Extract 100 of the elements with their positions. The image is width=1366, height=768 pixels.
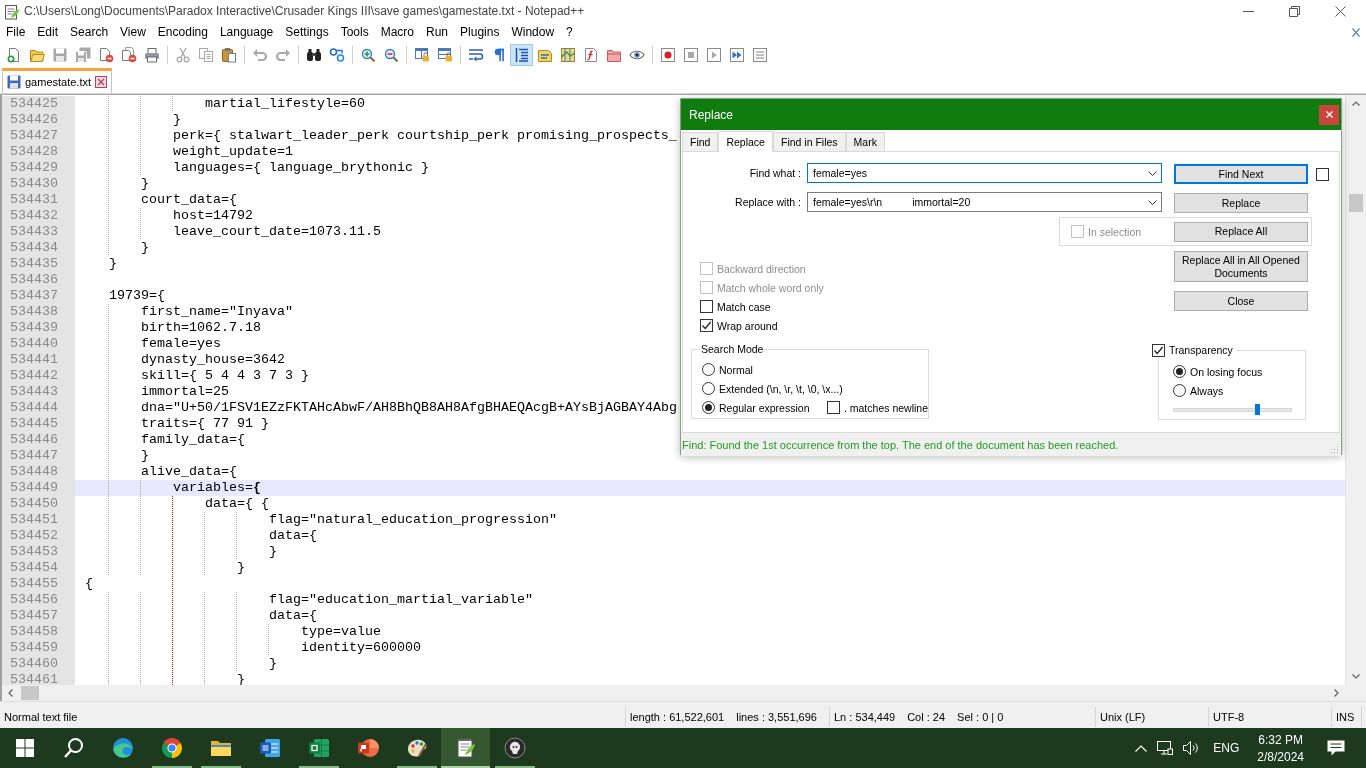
line-number: 534440 [2, 336, 75, 352]
checkbox[interactable] [700, 300, 713, 313]
dialog-title: Replace [689, 107, 734, 122]
radio-label: Extended (\n, \r, \t, \0, \x...) [719, 382, 843, 395]
line-number: 534449 [2, 480, 75, 496]
lion-badge-icon [502, 736, 527, 760]
menu-item[interactable]: Tools [334, 23, 375, 42]
dialog-tab[interactable]: Mark [845, 132, 885, 151]
dialog-button[interactable]: Replace All [1174, 221, 1308, 242]
language-indicator[interactable]: ENG [1205, 741, 1248, 755]
code-text: skill={ 5 4 4 3 7 3 } [141, 368, 309, 384]
radio-button[interactable] [1173, 365, 1186, 378]
radio-button[interactable] [1173, 384, 1186, 397]
code-text: 19739={ [109, 288, 165, 304]
dialog-button[interactable]: Find Next [1174, 164, 1308, 184]
code-text: } [141, 240, 149, 256]
spreadsheet-tile-icon [306, 736, 331, 760]
presentation-tile-icon [355, 736, 380, 760]
menu-item[interactable]: File [0, 23, 32, 42]
status-text: Ln : 534,449 [834, 711, 896, 723]
status-text: Sel : 0 | 0 [957, 711, 1004, 723]
radio-label: On losing focus [1190, 365, 1263, 378]
slider-thumb[interactable] [1255, 404, 1261, 415]
menu-item[interactable]: Edit [31, 23, 65, 42]
clock[interactable]: 6:32 PM 2/8/2024 [1247, 728, 1314, 768]
radio-button[interactable] [702, 401, 715, 414]
chevron-up-icon [1352, 101, 1360, 106]
menu-item[interactable]: Run [420, 23, 455, 42]
line-number: 534459 [2, 640, 75, 656]
scrollbar-thumb[interactable] [1349, 194, 1363, 212]
checkbox-label: Transparency [1169, 344, 1233, 356]
close-icon[interactable] [95, 76, 108, 88]
code-text: } [141, 176, 149, 192]
line-number: 534453 [2, 544, 75, 560]
network-icon [1157, 741, 1174, 755]
code-text: } [268, 544, 277, 560]
circle-segments-icon [159, 736, 184, 760]
combo-box[interactable]: female=yes [807, 163, 1162, 183]
line-number: 534461 [2, 672, 75, 685]
resize-grip-icon[interactable] [1330, 445, 1339, 454]
menu-item[interactable]: ? [560, 23, 579, 42]
close-button[interactable] [1319, 104, 1339, 125]
checkbox[interactable] [1152, 343, 1165, 357]
scrollbar-thumb[interactable] [21, 686, 39, 700]
checkbox[interactable] [1316, 168, 1329, 181]
code-text: } [173, 112, 181, 128]
close-document-button[interactable] [1352, 28, 1360, 37]
line-number: 534432 [2, 208, 75, 224]
menu-item[interactable]: View [114, 23, 152, 42]
menu-item[interactable]: Window [505, 23, 561, 42]
code-text: } [268, 656, 277, 672]
minimize-icon [1242, 10, 1254, 12]
checkbox[interactable] [826, 401, 840, 414]
line-number: 534448 [2, 464, 75, 480]
code-text: alive_data={ [141, 464, 237, 480]
radio-button[interactable] [702, 363, 715, 376]
dialog-tab[interactable]: Find [682, 132, 719, 151]
menu-item[interactable]: Settings [279, 23, 335, 42]
clock-date: 2/8/2024 [1257, 749, 1304, 764]
line-number: 534451 [2, 512, 75, 528]
line-number: 534446 [2, 432, 75, 448]
line-number: 534456 [2, 592, 75, 608]
line-number: 534441 [2, 352, 75, 368]
checkbox-label: Wrap around [717, 319, 778, 332]
line-number: 534460 [2, 656, 75, 672]
menu-item[interactable]: Search [64, 23, 115, 42]
checkbox[interactable] [700, 319, 713, 332]
combo-box[interactable]: female=yes\r\n immortal=20 [807, 192, 1162, 212]
status-text: INS [1336, 711, 1355, 723]
swirl-icon [110, 736, 135, 760]
code-text: data={ { [205, 496, 269, 512]
code-text: } [236, 560, 245, 576]
dialog-tab[interactable]: Find in Files [772, 132, 846, 151]
dialog-button[interactable]: Replace [1174, 193, 1308, 213]
code-text: { [85, 576, 93, 592]
taskbar-button[interactable] [441, 728, 490, 768]
line-number: 534428 [2, 144, 75, 160]
dialog-button[interactable]: Replace All in All Opened Documents [1174, 251, 1308, 282]
code-text: dynasty_house=3642 [141, 352, 285, 368]
line-number: 534442 [2, 368, 75, 384]
chevron-right-icon [1334, 689, 1339, 697]
menu-item[interactable]: Plugins [454, 23, 506, 42]
menu-item[interactable]: Language [213, 23, 280, 42]
line-number: 534433 [2, 224, 75, 240]
code-text: traits={ 77 91 } [141, 416, 269, 432]
speaker-icon [1183, 741, 1201, 755]
code-text: flag="natural_education_progression" [268, 512, 557, 528]
menu-item[interactable]: Macro [374, 23, 420, 42]
document-tab[interactable]: gamestate.txt [2, 68, 113, 93]
code-text: } [141, 448, 149, 464]
checkbox-label: Match case [717, 300, 771, 313]
menu-item[interactable]: Encoding [151, 23, 214, 42]
dialog-button[interactable]: Close [1174, 291, 1308, 311]
line-number: 534426 [2, 112, 75, 128]
line-number: 534450 [2, 496, 75, 512]
dialog-tab[interactable]: Replace [718, 131, 773, 152]
radio-button[interactable] [702, 382, 715, 395]
code-text: host=14792 [173, 208, 253, 224]
close-icon [1334, 5, 1346, 17]
code-text: type=value [300, 624, 381, 640]
